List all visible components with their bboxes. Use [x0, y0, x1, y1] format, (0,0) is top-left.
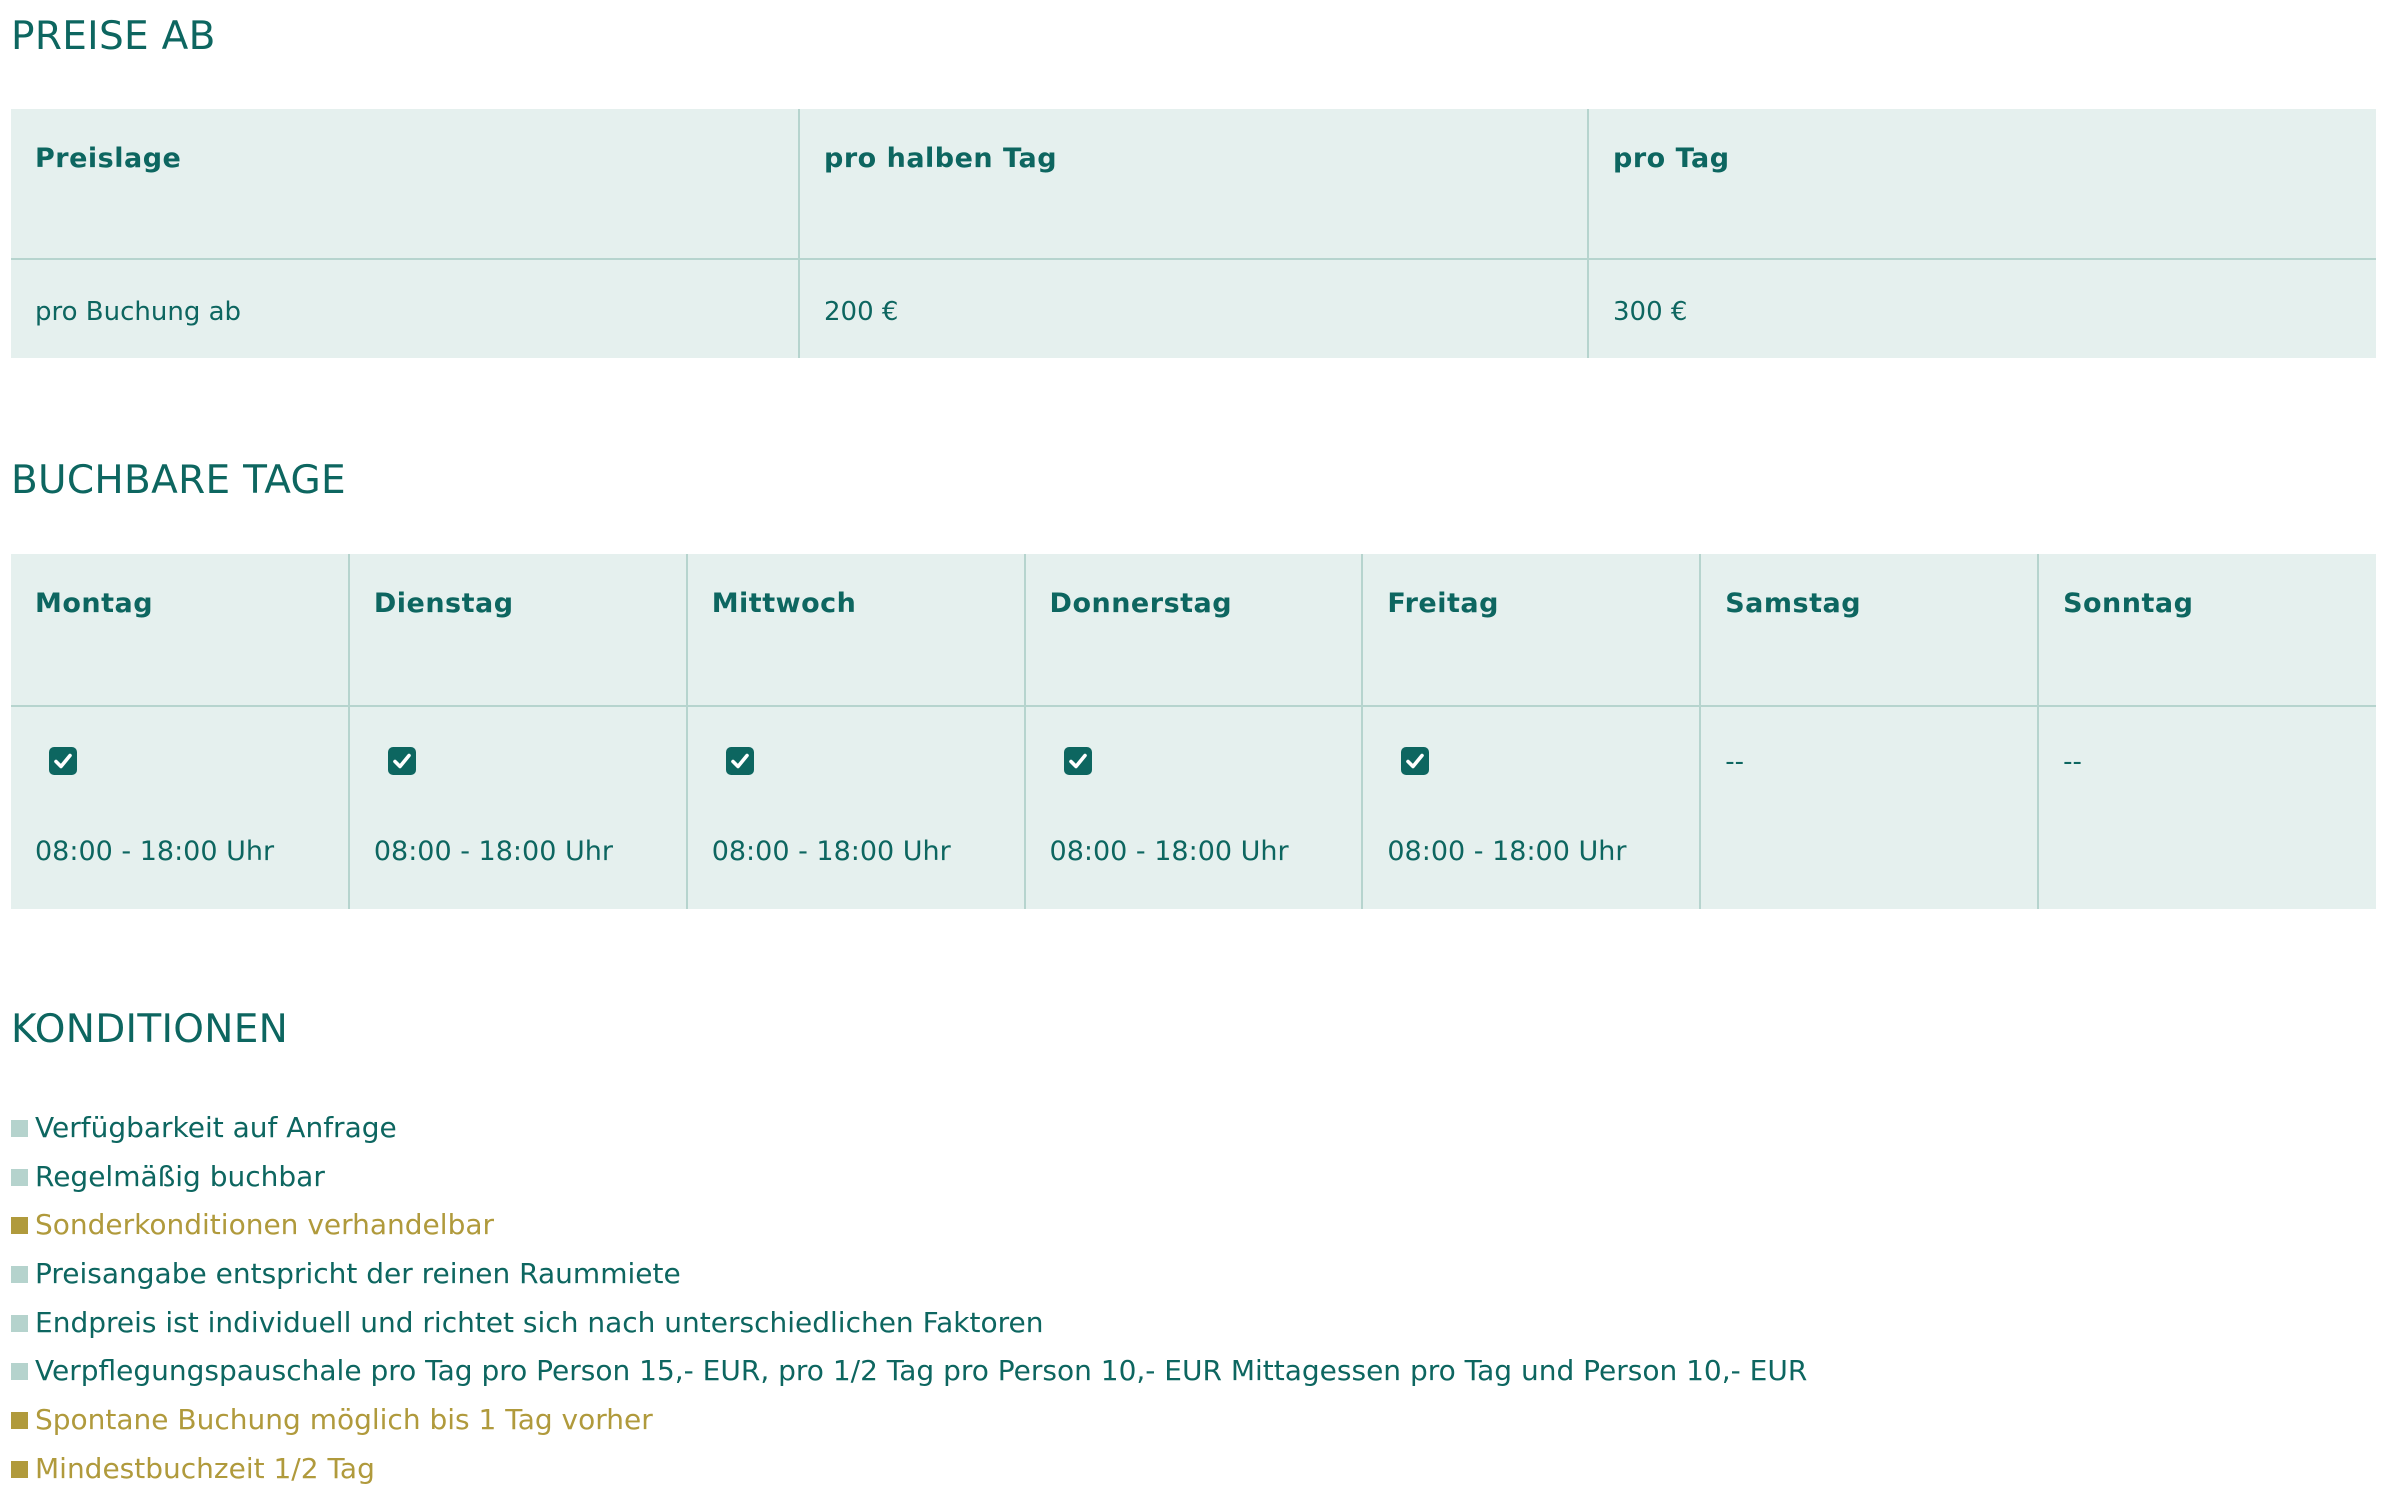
- day-cell-wednesday: 08:00 - 18:00 Uhr: [685, 706, 1025, 909]
- day-cell-thursday: 08:00 - 18:00 Uhr: [1023, 706, 1363, 909]
- price-cell-label: pro Buchung ab: [35, 297, 242, 327]
- condition-item: Verfügbarkeit auf Anfrage: [11, 1104, 1807, 1153]
- square-bullet-icon: [11, 1265, 28, 1283]
- days-table-header-row: Montag Dienstag Mittwoch Donnerstag Freitag S…: [11, 554, 2376, 707]
- day-cell-friday: 08:00 - 18:00 Uhr: [1361, 706, 1701, 909]
- day-cell-tuesday: 08:00 - 18:00 Uhr: [347, 706, 687, 909]
- price-table-header-row: Preislage pro halben Tag pro Tag: [11, 109, 2376, 260]
- day-unavailable: --: [1725, 747, 1744, 777]
- condition-item: Mindestbuchzeit 1/2 Tag: [11, 1445, 1807, 1494]
- day-cell-sunday: --: [2037, 706, 2376, 909]
- day-time: 08:00 - 18:00 Uhr: [373, 836, 613, 867]
- conditions-heading: KONDITIONEN: [11, 1007, 289, 1052]
- day-header-thursday: Donnerstag: [1023, 554, 1363, 707]
- square-bullet-icon: [11, 1314, 28, 1332]
- day-header-sunday: Sonntag: [2037, 554, 2376, 707]
- price-table: Preislage pro halben Tag pro Tag pro Buc…: [11, 109, 2376, 358]
- prices-heading: PREISE AB: [11, 14, 216, 59]
- square-bullet-icon: [11, 1460, 28, 1478]
- condition-text: Preisangabe entspricht der reinen Raummi…: [35, 1257, 681, 1291]
- conditions-list: Verfügbarkeit auf Anfrage Regelmäßig buch…: [11, 1104, 1807, 1494]
- square-bullet-icon: [11, 1363, 28, 1381]
- days-table-row: 08:00 - 18:00 Uhr 08:00 - 18:00 Uhr 08:00 …: [11, 706, 2376, 909]
- condition-text: Mindestbuchzeit 1/2 Tag: [35, 1451, 375, 1485]
- condition-item: Regelmäßig buchbar: [11, 1153, 1807, 1202]
- square-bullet-icon: [11, 1217, 28, 1235]
- condition-text: Verpflegungspauschale pro Tag pro Person…: [35, 1354, 1808, 1388]
- days-heading: BUCHBARE TAGE: [11, 458, 346, 503]
- condition-text: Endpreis ist individuell und richtet sic…: [35, 1305, 1044, 1339]
- day-unavailable: --: [2063, 747, 2082, 777]
- days-table: Montag Dienstag Mittwoch Donnerstag Freitag S…: [11, 554, 2376, 909]
- condition-item: Sonderkonditionen verhandelbar: [11, 1201, 1807, 1250]
- condition-text: Spontane Buchung möglich bis 1 Tag vorhe…: [35, 1403, 653, 1437]
- price-header-half-day: pro halben Tag: [798, 109, 1588, 260]
- square-bullet-icon: [11, 1411, 28, 1429]
- price-header-preislage: Preislage: [11, 109, 799, 260]
- price-table-row: pro Buchung ab 200 € 300 €: [11, 259, 2376, 358]
- price-cell-half-day: 200 €: [798, 259, 1588, 358]
- condition-item: Endpreis ist individuell und richtet sic…: [11, 1299, 1807, 1348]
- day-header-friday: Freitag: [1361, 554, 1701, 707]
- day-time: 08:00 - 18:00 Uhr: [1049, 836, 1289, 867]
- checkbox-checked-icon: [725, 747, 754, 775]
- checkbox-checked-icon: [1063, 747, 1092, 775]
- day-header-monday: Montag: [11, 554, 349, 707]
- checkbox-checked-icon: [387, 747, 416, 775]
- day-time: 08:00 - 18:00 Uhr: [35, 836, 275, 867]
- condition-text: Verfügbarkeit auf Anfrage: [35, 1111, 397, 1144]
- price-header-day: pro Tag: [1587, 109, 2376, 260]
- condition-text: Regelmäßig buchbar: [35, 1159, 325, 1193]
- day-cell-monday: 08:00 - 18:00 Uhr: [11, 706, 349, 909]
- day-header-tuesday: Dienstag: [347, 554, 687, 707]
- square-bullet-icon: [11, 1168, 28, 1186]
- square-bullet-icon: [11, 1119, 28, 1137]
- day-time: 08:00 - 18:00 Uhr: [711, 836, 951, 867]
- price-cell-day: 300 €: [1587, 259, 2376, 358]
- condition-item: Preisangabe entspricht der reinen Raummi…: [11, 1250, 1807, 1299]
- condition-item: Verpflegungspauschale pro Tag pro Person…: [11, 1347, 1807, 1396]
- day-time: 08:00 - 18:00 Uhr: [1387, 836, 1627, 867]
- checkbox-checked-icon: [49, 747, 77, 775]
- condition-item: Spontane Buchung möglich bis 1 Tag vorhe…: [11, 1396, 1807, 1445]
- condition-text: Sonderkonditionen verhandelbar: [35, 1208, 495, 1242]
- checkbox-checked-icon: [1401, 747, 1430, 775]
- day-cell-saturday: --: [1699, 706, 2039, 909]
- day-header-saturday: Samstag: [1699, 554, 2039, 707]
- day-header-wednesday: Mittwoch: [685, 554, 1025, 707]
